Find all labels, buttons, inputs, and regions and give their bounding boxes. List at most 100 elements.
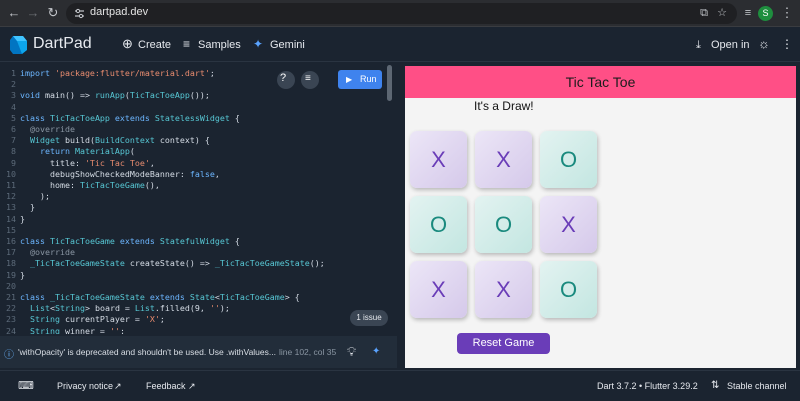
code-line[interactable]: 2 bbox=[0, 79, 390, 90]
code-token: title: bbox=[20, 157, 85, 168]
reset-game-button[interactable]: Reset Game bbox=[457, 333, 550, 354]
browser-toolbar: ← → ↻ dartpad.dev ⧉ ☆ ≡ S ⋮ bbox=[0, 0, 800, 27]
code-line[interactable]: 16 class TicTacToeGame extends StatefulWi… bbox=[0, 236, 390, 247]
board-cell[interactable]: O bbox=[410, 196, 467, 253]
open-in-button[interactable]: Open in bbox=[711, 39, 750, 51]
board-cell[interactable]: O bbox=[540, 261, 597, 318]
issue-message[interactable]: 'withOpacity' is deprecated and shouldn'… bbox=[18, 347, 286, 357]
code-line[interactable]: 15 bbox=[0, 225, 390, 236]
create-button[interactable]: Create bbox=[138, 39, 171, 51]
more-menu-icon[interactable]: ⋮ bbox=[781, 37, 793, 51]
code-line[interactable]: 24 String winner = ''; bbox=[0, 326, 390, 334]
url-text[interactable]: dartpad.dev bbox=[90, 6, 148, 18]
create-icon[interactable]: ⊕ bbox=[122, 36, 133, 52]
code-token: main() => bbox=[44, 90, 95, 101]
issue-location[interactable]: line 102, col 35 bbox=[279, 347, 336, 357]
code-token: ; bbox=[119, 325, 125, 334]
theme-toggle-icon[interactable]: ☼ bbox=[758, 36, 770, 51]
channel-settings-icon[interactable]: ⇅ bbox=[711, 380, 719, 391]
line-number: 18 bbox=[6, 258, 16, 269]
code-line[interactable]: 22 List<String> board = List.filled(9, '… bbox=[0, 303, 390, 314]
code-line[interactable]: 12 ); bbox=[0, 191, 390, 202]
profile-avatar[interactable]: S bbox=[758, 6, 773, 21]
code-line[interactable]: 14} bbox=[0, 214, 390, 225]
site-settings-icon[interactable] bbox=[74, 8, 85, 19]
info-button[interactable]: ? bbox=[277, 71, 295, 89]
code-line[interactable]: 17 @override bbox=[0, 247, 390, 258]
code-line[interactable]: 19} bbox=[0, 270, 390, 281]
board-cell[interactable]: X bbox=[410, 261, 467, 318]
code-line[interactable]: 8 return MaterialApp( bbox=[0, 146, 390, 157]
lightbulb-icon[interactable]: 💡︎ bbox=[347, 344, 356, 360]
bookmark-star-icon[interactable]: ☆ bbox=[714, 5, 730, 21]
code-token: Widget bbox=[20, 135, 65, 146]
keyboard-icon[interactable]: ⌨ bbox=[18, 379, 34, 392]
feedback-link[interactable]: Feedback bbox=[146, 381, 186, 391]
privacy-notice-link[interactable]: Privacy notice bbox=[57, 381, 113, 391]
line-number: 1 bbox=[11, 68, 16, 78]
code-line[interactable]: 11 home: TicTacToeGame(), bbox=[0, 180, 390, 191]
code-line[interactable]: 18 _TicTacToeGameState createState() => … bbox=[0, 258, 390, 269]
code-line[interactable]: 13 } bbox=[0, 202, 390, 213]
code-token: , bbox=[214, 168, 220, 179]
channel-selector[interactable]: Stable channel bbox=[727, 381, 787, 391]
code-line[interactable]: 20 bbox=[0, 281, 390, 292]
board-cell[interactable]: X bbox=[475, 261, 532, 318]
code-token: TicTacToeApp bbox=[129, 90, 190, 101]
line-number: 7 bbox=[11, 135, 16, 146]
line-number: 9 bbox=[11, 157, 16, 168]
menu-dots-icon[interactable]: ⋮ bbox=[779, 5, 795, 21]
code-token: ); bbox=[20, 191, 50, 202]
code-line[interactable]: 21 class _TicTacToeGameState extends Stat… bbox=[0, 292, 390, 303]
code-line[interactable]: 9 title: 'Tic Tac Toe', bbox=[0, 158, 390, 169]
app-title[interactable]: DartPad bbox=[33, 35, 92, 53]
issues-badge[interactable]: 1 issue bbox=[350, 310, 388, 326]
download-icon[interactable]: ⤓ bbox=[696, 39, 701, 52]
format-button[interactable]: ≡ bbox=[301, 71, 319, 89]
samples-button[interactable]: Samples bbox=[198, 39, 241, 51]
code-line[interactable]: 5 class TicTacToeApp extends StatelessWid… bbox=[0, 113, 390, 124]
code-token: @override bbox=[20, 247, 75, 258]
samples-icon[interactable]: ≡ bbox=[183, 37, 190, 51]
gemini-fix-icon[interactable]: ✦ bbox=[372, 346, 380, 357]
board-cell[interactable]: X bbox=[410, 131, 467, 188]
code-editor[interactable]: 1 import 'package:flutter/material.dart';… bbox=[0, 63, 397, 334]
code-line[interactable]: 3 void main() => runApp(TicTacToeApp()); bbox=[0, 90, 390, 101]
code-line[interactable]: 10 debugShowCheckedModeBanner: false, bbox=[0, 169, 390, 180]
code-token: (); bbox=[309, 258, 325, 269]
footer: ⌨ Privacy notice ↗ Feedback ↗ Dart 3.7.2… bbox=[0, 370, 800, 401]
board-cell[interactable]: O bbox=[540, 131, 597, 188]
code-line[interactable]: 4 bbox=[0, 102, 390, 113]
line-number: 10 bbox=[6, 168, 16, 179]
code-line[interactable]: 7 Widget build(BuildContext context) { bbox=[0, 135, 390, 146]
board-cell[interactable]: O bbox=[475, 196, 532, 253]
code-token: _TicTacToeGameState bbox=[49, 292, 150, 302]
external-link-icon[interactable]: ↗ bbox=[114, 381, 122, 392]
cast-icon[interactable]: ⧉ bbox=[696, 5, 712, 21]
board-cell[interactable]: X bbox=[475, 131, 532, 188]
line-number: 17 bbox=[6, 247, 16, 258]
gemini-button[interactable]: Gemini bbox=[270, 39, 305, 51]
reload-icon[interactable]: ↻ bbox=[45, 5, 61, 21]
code-token: return bbox=[20, 146, 75, 157]
code-token: build( bbox=[64, 135, 95, 146]
external-link-icon[interactable]: ↗ bbox=[188, 381, 196, 392]
back-arrow-icon[interactable]: ← bbox=[6, 5, 22, 21]
run-button[interactable]: ▶ Run bbox=[338, 70, 382, 89]
gemini-sparkle-icon[interactable]: ✦ bbox=[253, 37, 263, 51]
code-line[interactable]: 1 import 'package:flutter/material.dart'; bbox=[0, 68, 390, 79]
code-token: } bbox=[20, 213, 25, 224]
code-token: String bbox=[54, 303, 85, 314]
code-token: ); bbox=[219, 303, 230, 314]
line-number: 15 bbox=[6, 224, 16, 235]
code-token: runApp bbox=[94, 90, 125, 101]
forward-arrow-icon[interactable]: → bbox=[25, 5, 41, 21]
code-line[interactable]: 23 String currentPlayer = 'X'; bbox=[0, 314, 390, 325]
editor-scrollbar[interactable] bbox=[387, 65, 392, 101]
media-control-icon[interactable]: ≡ bbox=[740, 5, 756, 21]
code-token: extends bbox=[149, 292, 190, 302]
code-line[interactable]: 6 @override bbox=[0, 124, 390, 135]
board-cell[interactable]: X bbox=[540, 196, 597, 253]
address-bar[interactable]: dartpad.dev ⧉ ☆ bbox=[66, 3, 737, 24]
code-token: class bbox=[20, 292, 50, 302]
